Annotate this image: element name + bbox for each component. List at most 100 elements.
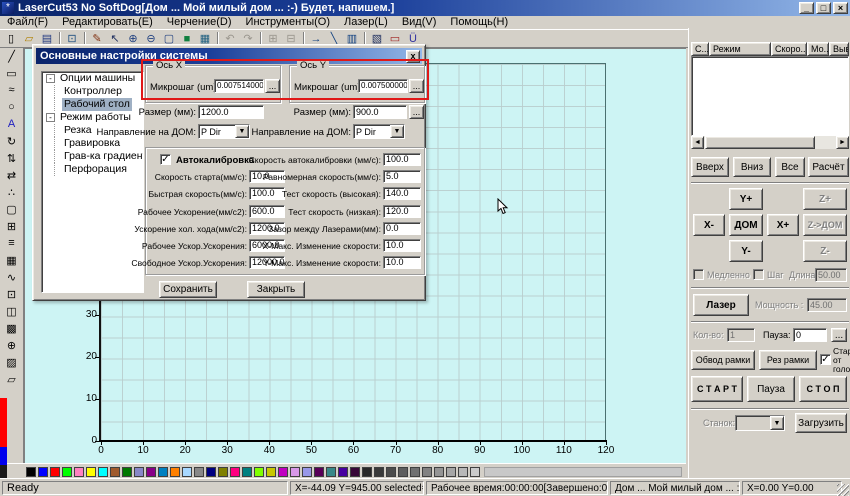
tree-item-node[interactable]: Гравировка [42,137,143,150]
microstep-x-more-button[interactable]: ... [265,79,280,93]
palette-color-swatch[interactable] [470,467,480,477]
palette-color-swatch[interactable] [446,467,456,477]
tree-item-node[interactable]: Перфорация [42,163,143,176]
list-column-header[interactable]: Мо... [807,42,829,56]
pause-button[interactable]: Пауза [747,376,795,402]
outline-frame-button[interactable]: Обвод рамки [691,350,755,370]
palette-color-swatch[interactable] [338,467,348,477]
microstep-y-more-button[interactable]: ... [409,79,424,93]
pause-more-button[interactable]: ... [831,328,847,342]
text-tool-icon[interactable]: A [3,116,20,132]
palette-color-swatch[interactable] [194,467,204,477]
move-down-button[interactable]: Вниз [733,157,771,177]
jog-home-button[interactable]: ДОМ [729,214,763,236]
palette-color-swatch[interactable] [254,467,264,477]
palette-color-swatch[interactable] [374,467,384,477]
setting-field[interactable]: 100.0 [249,187,285,200]
jog-y-minus-button[interactable]: Y- [729,240,763,262]
cut-frame-button[interactable]: Рез рамки [759,350,817,370]
scroll-thumb[interactable] [705,136,815,149]
palette-color-swatch[interactable] [398,467,408,477]
scroll-left-icon[interactable]: ◄ [691,136,704,149]
palette-color-swatch[interactable] [62,467,72,477]
move-up-button[interactable]: Вверх [691,157,729,177]
chevron-down-icon[interactable]: ▼ [390,125,404,138]
offset-tool-icon[interactable]: ⊕ [3,337,20,353]
setting-field[interactable]: 600.0 [249,205,285,218]
jog-y-plus-button[interactable]: Y+ [729,188,763,210]
menu-item[interactable]: Лазер(L) [337,16,395,29]
calculate-button[interactable]: Расчёт [808,157,849,177]
tree-item-node[interactable]: Контроллер [42,85,143,98]
task-list-hscrollbar[interactable]: ◄ ► [691,136,849,149]
menu-item[interactable]: Помощь(Н) [443,16,515,29]
setting-field[interactable]: 10.0 [383,239,421,252]
list-column-header[interactable]: Скоро... [771,42,807,56]
palette-color-swatch[interactable] [98,467,108,477]
tree-item-node[interactable]: -Опции машины [42,72,143,85]
new-icon[interactable]: ▯ [2,31,20,47]
palette-color-swatch[interactable] [122,467,132,477]
menu-item[interactable]: Редактировать(E) [55,16,160,29]
palette-color-swatch[interactable] [290,467,300,477]
curve-tool-icon[interactable]: ∿ [3,269,20,285]
menu-item[interactable]: Инструменты(O) [239,16,337,29]
setting-field[interactable]: 100.0 [383,153,421,166]
tree-item-selected[interactable]: Рабочий стол [42,98,143,111]
menu-item[interactable]: Черчение(D) [160,16,239,29]
home-dir-y-select[interactable]: P Dir▼ [353,124,405,139]
stop-button[interactable]: С Т О П [799,376,847,402]
start-button[interactable]: С Т А Р Т [691,376,743,402]
palette-color-swatch[interactable] [74,467,84,477]
jog-x-minus-button[interactable]: X- [693,214,725,236]
rotate-tool-icon[interactable]: ↻ [3,133,20,149]
palette-color-swatch[interactable] [134,467,144,477]
microstep-y-field[interactable]: 0.0075000000 [358,79,408,93]
array-copy-tool-icon[interactable]: ⊞ [3,218,20,234]
fill-tool-icon[interactable]: ▦ [3,252,20,268]
line-tool-icon[interactable]: ╱ [3,48,20,64]
task-list-body[interactable] [691,56,849,136]
tree-item-node[interactable]: Грав-ка градиентом [42,150,143,163]
palette-color-swatch[interactable] [170,467,180,477]
eraser-tool-icon[interactable]: ▱ [3,371,20,387]
setting-field[interactable]: 0.0 [383,222,421,235]
palette-color-swatch[interactable] [314,467,324,477]
rect-tool-icon[interactable]: ▭ [3,65,20,81]
ellipse-tool-icon[interactable]: ○ [3,99,20,115]
palette-color-swatch[interactable] [182,467,192,477]
pause-count-field[interactable]: 0 [793,328,827,342]
palette-color-swatch[interactable] [410,467,420,477]
palette-color-swatch[interactable] [362,467,372,477]
palette-color-swatch[interactable] [110,467,120,477]
size-y-field[interactable]: 900.0 [353,105,407,119]
palette-color-swatch[interactable] [386,467,396,477]
size-tool-icon[interactable]: ▢ [3,201,20,217]
setting-field[interactable]: 10.0 [383,256,421,269]
jog-x-plus-button[interactable]: X+ [767,214,799,236]
group-tool-icon[interactable]: ⊡ [3,286,20,302]
save-button[interactable]: Сохранить [159,281,217,298]
autocalibration-checkbox[interactable]: ✓ [160,154,171,165]
palette-color-swatch[interactable] [266,467,276,477]
close-dialog-button[interactable]: Закрыть [247,281,305,298]
palette-color-swatch[interactable] [158,467,168,477]
chevron-down-icon[interactable]: ▼ [235,125,249,138]
palette-color-swatch[interactable] [278,467,288,477]
laser-button[interactable]: Лазер [693,294,749,316]
setting-field[interactable]: 120.0 [383,205,421,218]
palette-color-swatch[interactable] [458,467,468,477]
home-dir-x-select[interactable]: P Dir▼ [198,124,250,139]
mirror-h-tool-icon[interactable]: ⇄ [3,167,20,183]
microstep-x-field[interactable]: 0.0075140000 [214,79,264,93]
palette-color-swatch[interactable] [230,467,240,477]
palette-color-swatch[interactable] [38,467,48,477]
tree-expander-icon[interactable]: - [46,74,55,83]
setting-field[interactable]: 5.0 [383,170,421,183]
menu-item[interactable]: Вид(V) [395,16,444,29]
select-all-button[interactable]: Все [775,157,805,177]
palette-color-swatch[interactable] [206,467,216,477]
combine-tool-icon[interactable]: ◫ [3,303,20,319]
maximize-button[interactable]: □ [816,2,831,14]
polyline-tool-icon[interactable]: ≈ [3,82,20,98]
